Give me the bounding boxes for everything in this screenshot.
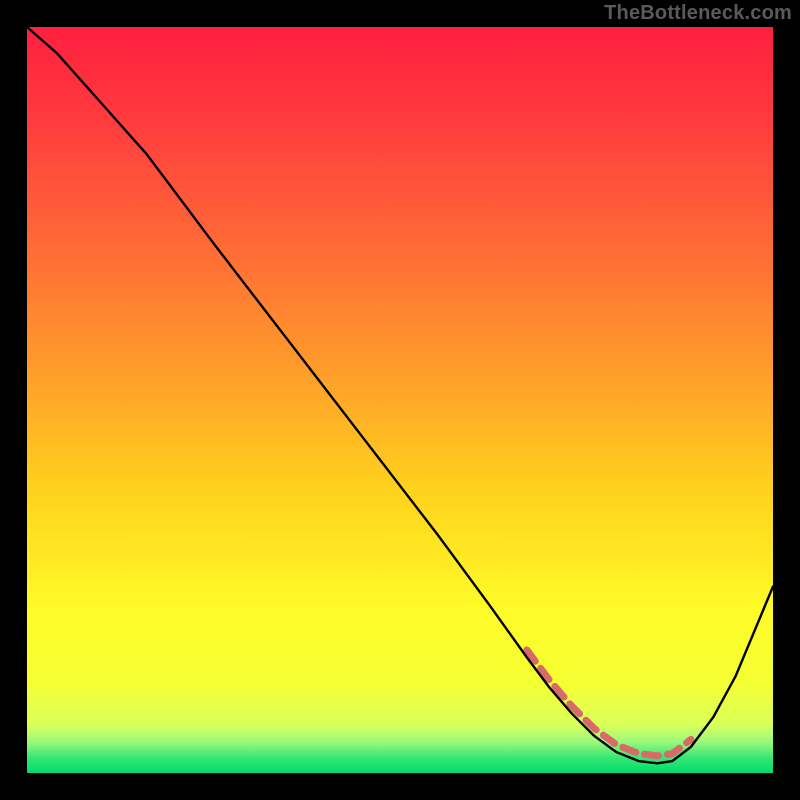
plot-background: [27, 27, 773, 773]
bottleneck-chart: [0, 0, 800, 800]
chart-container: { "watermark": "TheBottleneck.com", "cha…: [0, 0, 800, 800]
watermark-text: TheBottleneck.com: [604, 2, 792, 25]
